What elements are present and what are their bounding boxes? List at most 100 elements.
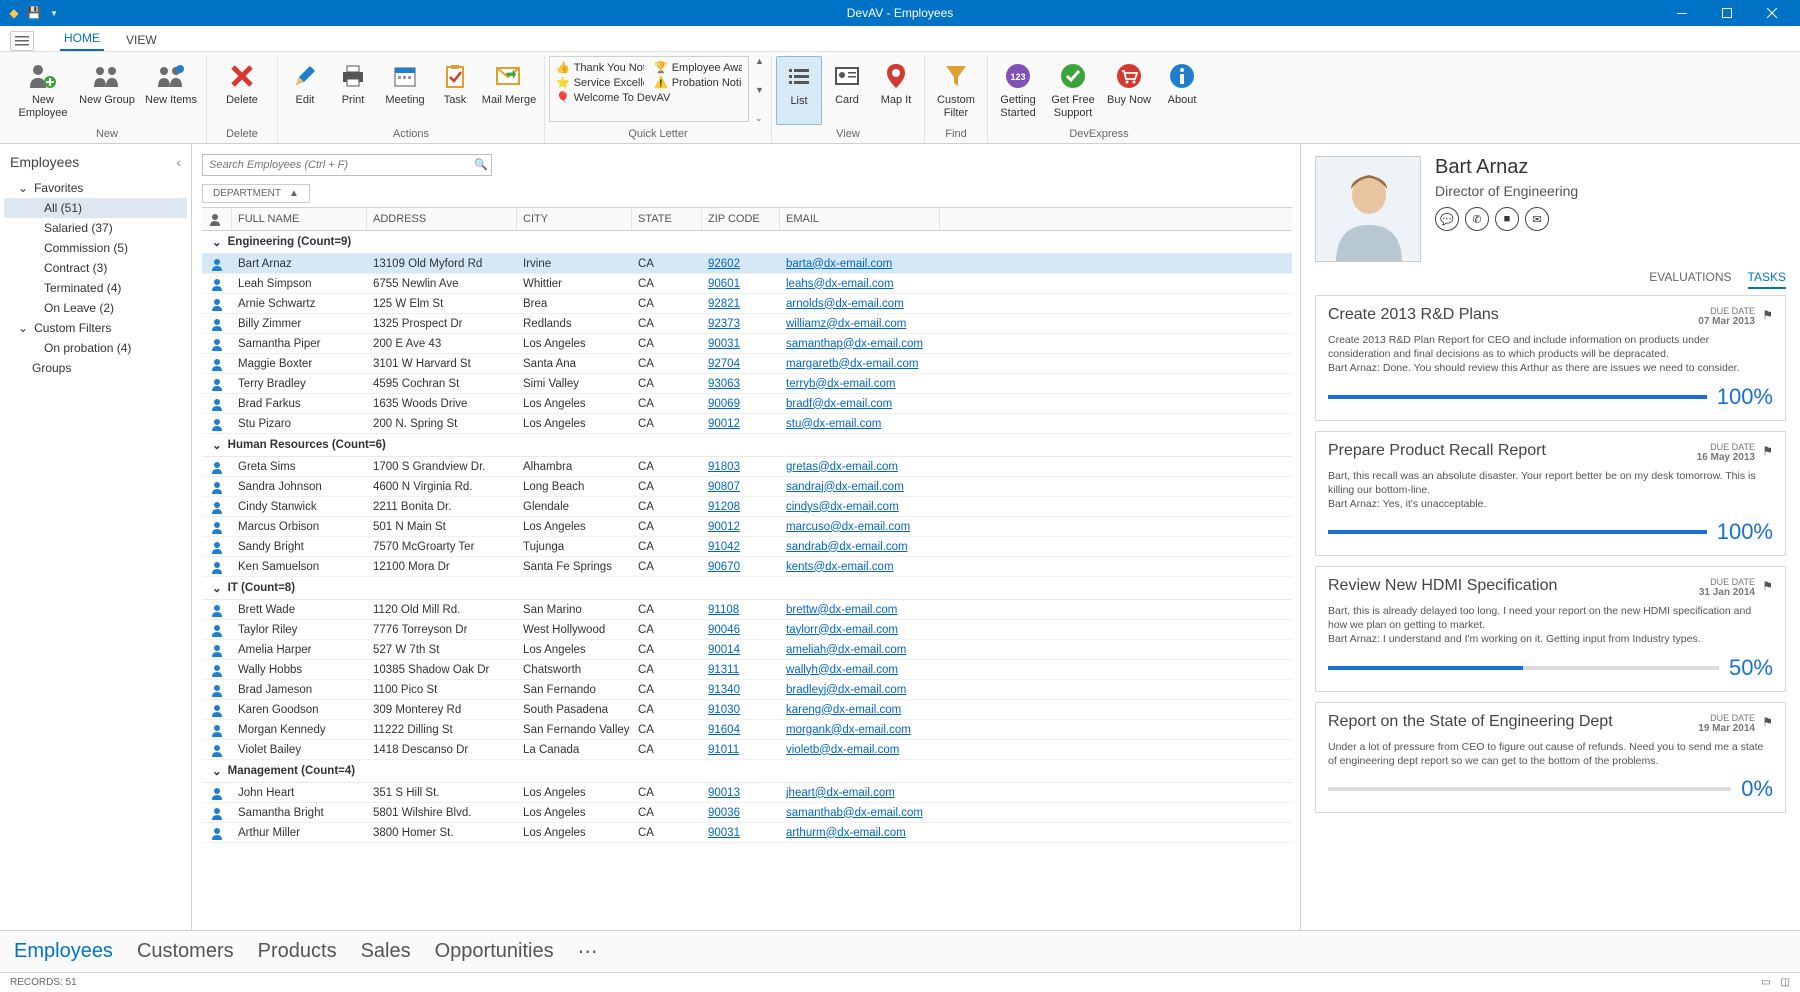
cell-zip[interactable]: 92373 <box>702 314 780 333</box>
cell-zip[interactable]: 92704 <box>702 354 780 373</box>
table-row[interactable]: Brett Wade1120 Old Mill Rd.San MarinoCA9… <box>202 600 1292 620</box>
tab-home[interactable]: HOME <box>60 27 104 51</box>
cell-zip[interactable]: 91042 <box>702 537 780 556</box>
about-button[interactable]: About <box>1158 56 1206 125</box>
table-row[interactable]: Arthur Miller3800 Homer St.Los AngelesCA… <box>202 823 1292 843</box>
cell-email[interactable]: wallyh@dx-email.com <box>780 660 940 679</box>
cell-email[interactable]: violetb@dx-email.com <box>780 740 940 759</box>
group-by-tag[interactable]: DEPARTMENT▲ <box>202 184 310 203</box>
table-row[interactable]: Maggie Boxter3101 W Harvard StSanta AnaC… <box>202 354 1292 374</box>
cell-zip[interactable]: 90670 <box>702 557 780 576</box>
col-zip[interactable]: ZIP CODE <box>702 208 780 230</box>
cell-zip[interactable]: 90601 <box>702 274 780 293</box>
table-row[interactable]: Brad Jameson1100 Pico StSan FernandoCA91… <box>202 680 1292 700</box>
bottom-employees[interactable]: Employees <box>14 940 113 963</box>
cell-email[interactable]: stu@dx-email.com <box>780 414 940 433</box>
cell-email[interactable]: marcuso@dx-email.com <box>780 517 940 536</box>
delete-button[interactable]: Delete <box>211 56 273 125</box>
table-row[interactable]: Stu Pizaro200 N. Spring StLos AngelesCA9… <box>202 414 1292 434</box>
cell-zip[interactable]: 90012 <box>702 517 780 536</box>
col-email[interactable]: EMAIL <box>780 208 940 230</box>
cell-email[interactable]: bradleyj@dx-email.com <box>780 680 940 699</box>
view-map-button[interactable]: Map It <box>872 56 920 125</box>
table-row[interactable]: Sandra Johnson4600 N Virginia Rd.Long Be… <box>202 477 1292 497</box>
phone-icon[interactable]: ✆ <box>1465 207 1489 231</box>
cell-zip[interactable]: 91208 <box>702 497 780 516</box>
table-row[interactable]: Samantha Piper200 E Ave 43Los AngelesCA9… <box>202 334 1292 354</box>
gallery-scroll[interactable]: ▲▼⌄ <box>751 56 767 125</box>
cell-email[interactable]: morgank@dx-email.com <box>780 720 940 739</box>
meeting-button[interactable]: Meeting <box>378 56 432 125</box>
nav-custom-filters[interactable]: ⌄Custom Filters <box>4 318 187 338</box>
col-person[interactable] <box>202 208 232 230</box>
col-address[interactable]: ADDRESS <box>367 208 517 230</box>
cell-zip[interactable]: 91803 <box>702 457 780 476</box>
collapse-nav-icon[interactable]: ‹ <box>176 154 181 170</box>
table-row[interactable]: Samantha Bright5801 Wilshire Blvd.Los An… <box>202 803 1292 823</box>
table-row[interactable]: Terry Bradley4595 Cochran StSimi ValleyC… <box>202 374 1292 394</box>
col-city[interactable]: CITY <box>517 208 632 230</box>
cell-email[interactable]: margaretb@dx-email.com <box>780 354 940 373</box>
bottom-sales[interactable]: Sales <box>361 940 411 963</box>
cell-zip[interactable]: 92821 <box>702 294 780 313</box>
mail-merge-button[interactable]: Mail Merge <box>478 56 540 125</box>
table-row[interactable]: Bart Arnaz13109 Old Myford RdIrvineCA926… <box>202 254 1292 274</box>
cell-zip[interactable]: 92602 <box>702 254 780 273</box>
cell-email[interactable]: terryb@dx-email.com <box>780 374 940 393</box>
edit-button[interactable]: Edit <box>282 56 328 125</box>
quick-letter-gallery[interactable]: 👍Thank You Note 🏆Employee Award ⭐Service… <box>549 56 749 122</box>
table-row[interactable]: Violet Bailey1418 Descanso DrLa CanadaCA… <box>202 740 1292 760</box>
cell-email[interactable]: sandrab@dx-email.com <box>780 537 940 556</box>
cell-zip[interactable]: 90036 <box>702 803 780 822</box>
cell-zip[interactable]: 90031 <box>702 334 780 353</box>
bottom-customers[interactable]: Customers <box>137 940 234 963</box>
mail-icon[interactable]: ✉ <box>1525 207 1549 231</box>
search-input[interactable] <box>202 154 492 176</box>
cell-zip[interactable]: 90014 <box>702 640 780 659</box>
table-row[interactable]: Ken Samuelson12100 Mora DrSanta Fe Sprin… <box>202 557 1292 577</box>
group-row[interactable]: ⌄ IT (Count=8) <box>202 577 1292 600</box>
cell-zip[interactable]: 91011 <box>702 740 780 759</box>
file-menu-button[interactable] <box>10 31 34 51</box>
cell-zip[interactable]: 91108 <box>702 600 780 619</box>
custom-filter-button[interactable]: Custom Filter <box>929 56 983 125</box>
getting-started-button[interactable]: 123 Getting Started <box>992 56 1044 125</box>
table-row[interactable]: Taylor Riley7776 Torreyson DrWest Hollyw… <box>202 620 1292 640</box>
cell-zip[interactable]: 90031 <box>702 823 780 842</box>
bottom-products[interactable]: Products <box>258 940 337 963</box>
view-list-button[interactable]: List <box>776 56 822 125</box>
new-group-button[interactable]: New Group <box>76 56 138 125</box>
cell-zip[interactable]: 91340 <box>702 680 780 699</box>
new-employee-button[interactable]: New Employee <box>12 56 74 125</box>
nav-groups[interactable]: Groups <box>4 358 187 378</box>
cell-email[interactable]: sandraj@dx-email.com <box>780 477 940 496</box>
nav-item[interactable]: All (51) <box>4 198 187 218</box>
nav-item[interactable]: Salaried (37) <box>4 218 187 238</box>
cell-email[interactable]: bradf@dx-email.com <box>780 394 940 413</box>
table-row[interactable]: Wally Hobbs10385 Shadow Oak DrChatsworth… <box>202 660 1292 680</box>
view-card-button[interactable]: Card <box>824 56 870 125</box>
nav-item[interactable]: On probation (4) <box>4 338 187 358</box>
qat-dropdown-icon[interactable]: ▾ <box>46 5 62 21</box>
maximize-button[interactable] <box>1704 0 1749 26</box>
get-support-button[interactable]: Get Free Support <box>1046 56 1100 125</box>
group-row[interactable]: ⌄ Management (Count=4) <box>202 760 1292 783</box>
buy-now-button[interactable]: Buy Now <box>1102 56 1156 125</box>
task-card[interactable]: Review New HDMI SpecificationDUE DATE31 … <box>1315 566 1786 692</box>
task-card[interactable]: Create 2013 R&D PlansDUE DATE07 Mar 2013… <box>1315 295 1786 421</box>
close-button[interactable] <box>1749 0 1794 26</box>
cell-email[interactable]: barta@dx-email.com <box>780 254 940 273</box>
cell-zip[interactable]: 90013 <box>702 783 780 802</box>
qat-save-icon[interactable]: 💾 <box>26 5 42 21</box>
table-row[interactable]: Brad Farkus1635 Woods DriveLos AngelesCA… <box>202 394 1292 414</box>
cell-zip[interactable]: 91604 <box>702 720 780 739</box>
table-row[interactable]: Marcus Orbison501 N Main StLos AngelesCA… <box>202 517 1292 537</box>
video-icon[interactable]: ■ <box>1495 207 1519 231</box>
cell-email[interactable]: jheart@dx-email.com <box>780 783 940 802</box>
col-fullname[interactable]: FULL NAME <box>232 208 367 230</box>
cell-zip[interactable]: 90012 <box>702 414 780 433</box>
status-layout-single-icon[interactable]: ▭ <box>1761 977 1770 988</box>
cell-zip[interactable]: 91311 <box>702 660 780 679</box>
cell-email[interactable]: williamz@dx-email.com <box>780 314 940 333</box>
nav-item[interactable]: Commission (5) <box>4 238 187 258</box>
